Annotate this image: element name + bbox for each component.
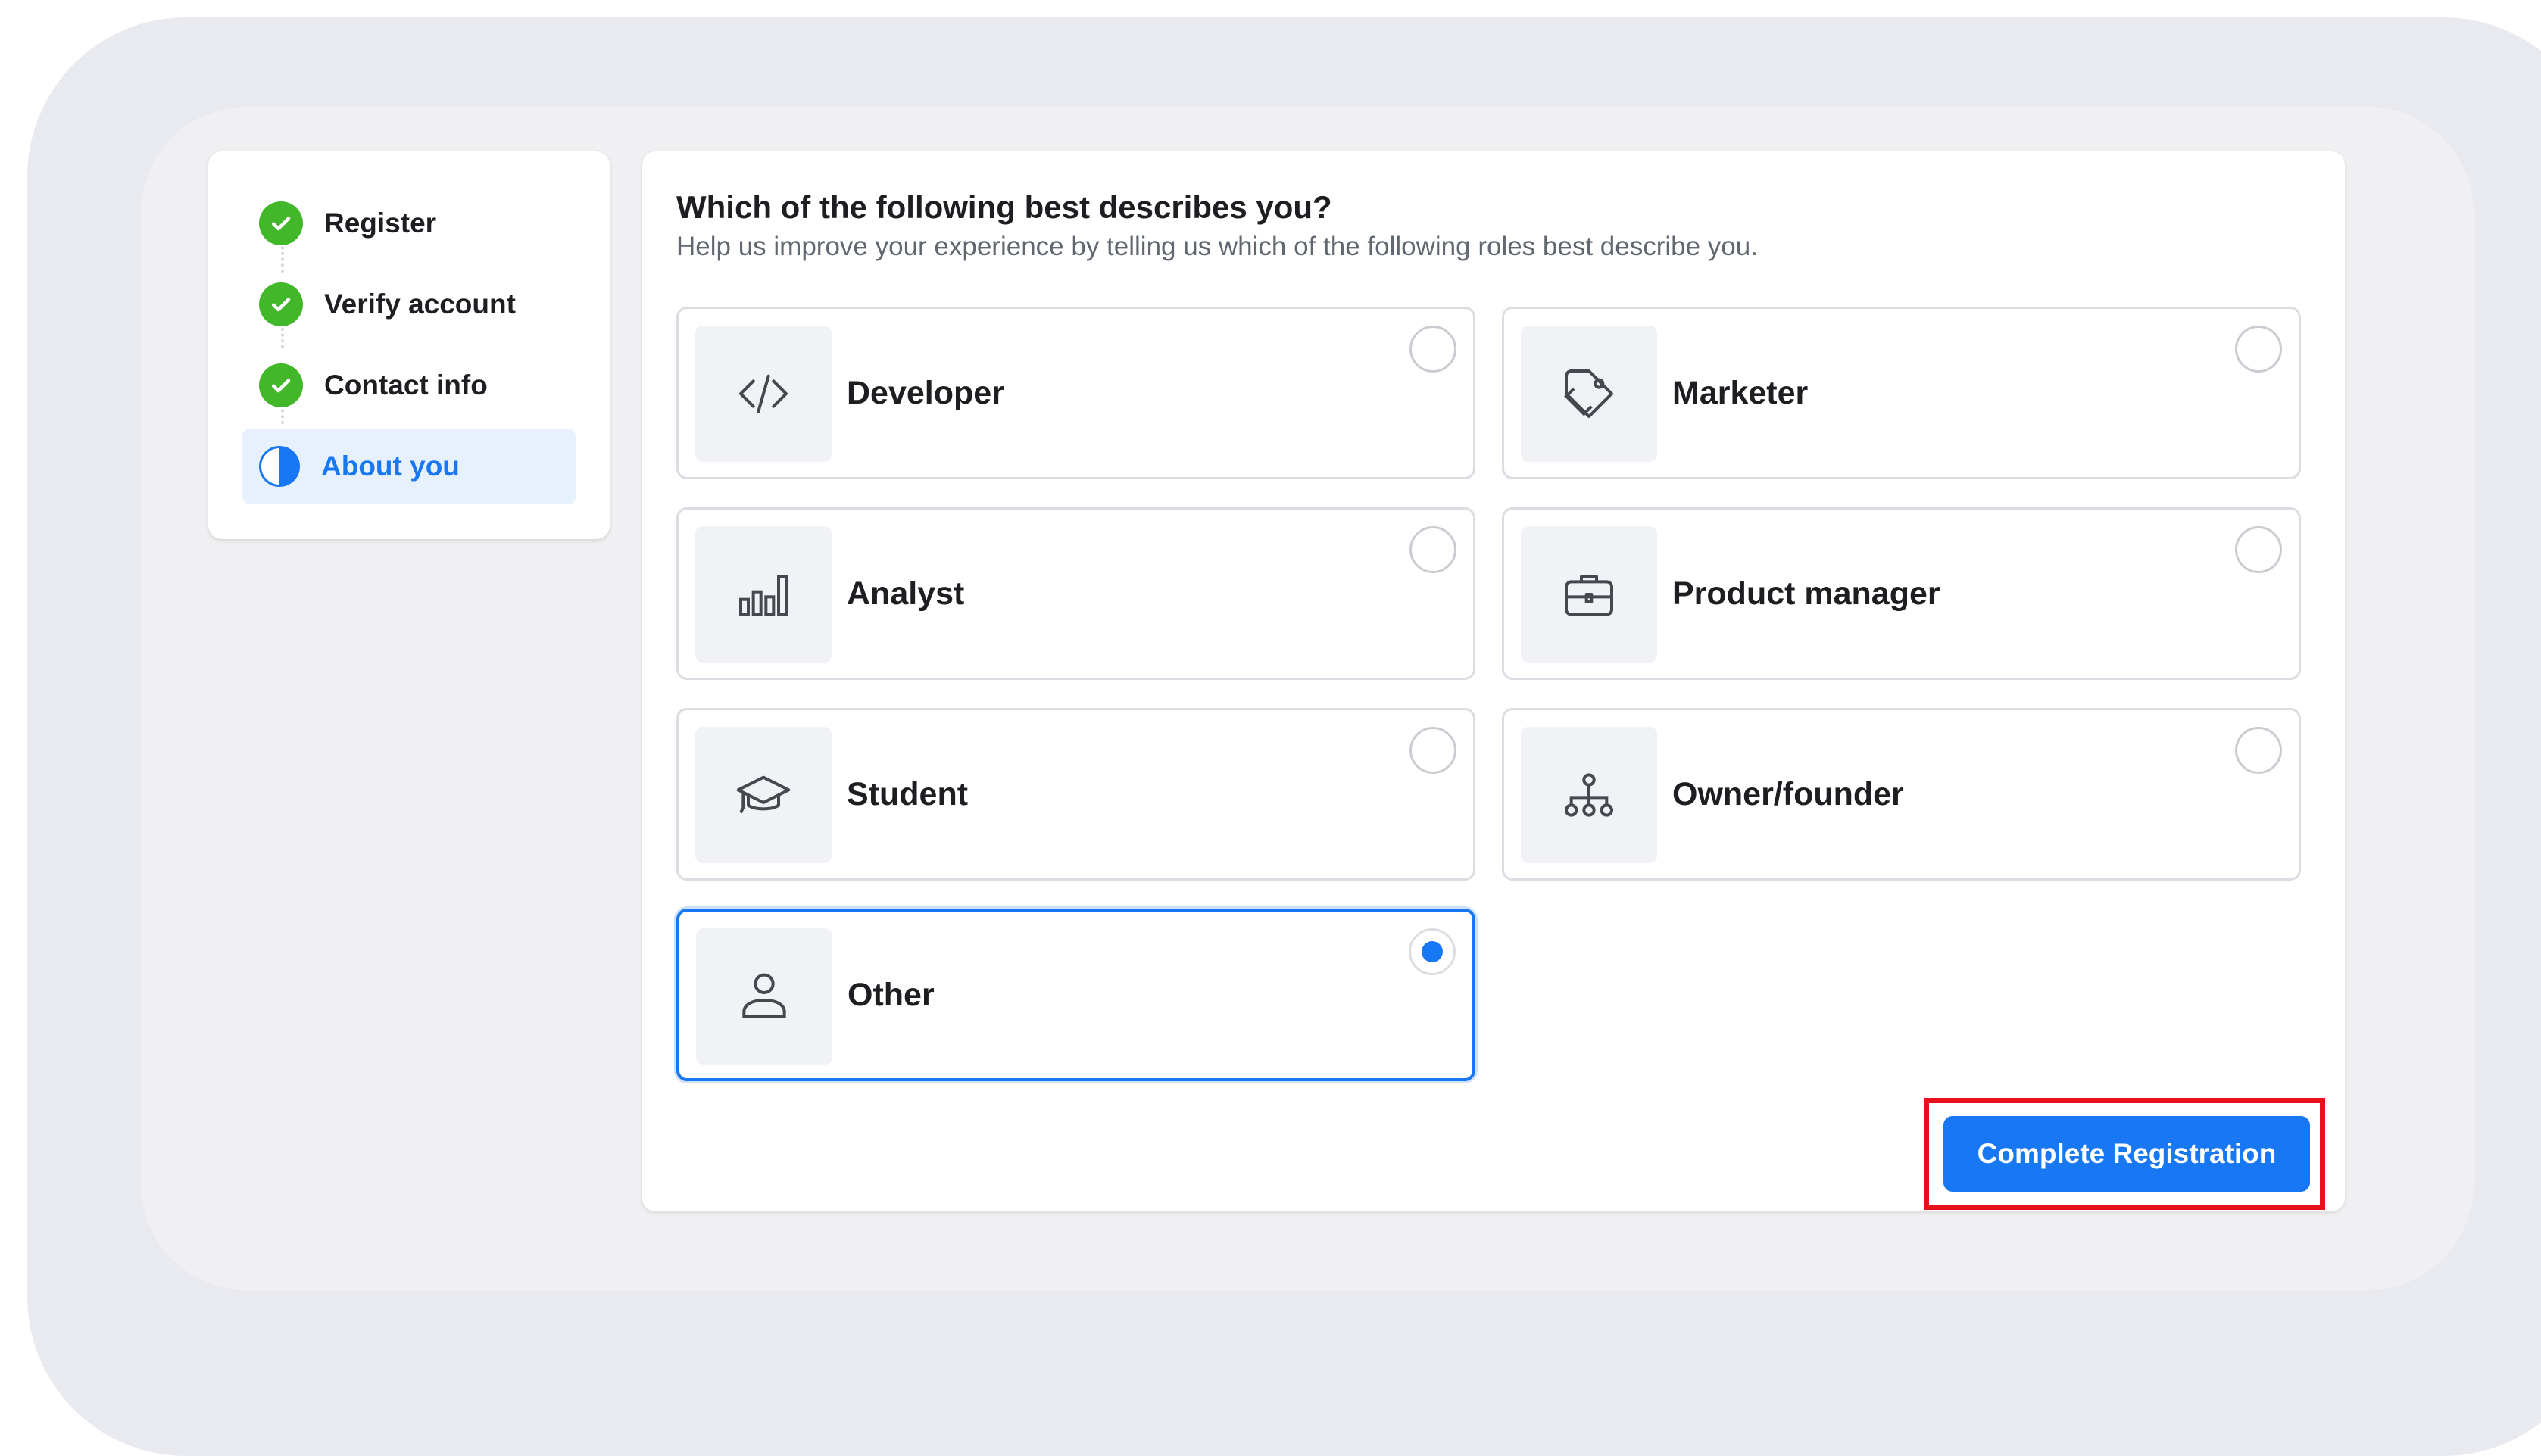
step-contact-info[interactable]: Contact info xyxy=(242,348,576,423)
registration-stepper: Register Verify account Contact info Abo… xyxy=(208,151,610,539)
role-option-owner-founder[interactable]: Owner/founder xyxy=(1502,708,2301,881)
role-option-product-manager[interactable]: Product manager xyxy=(1502,507,2301,680)
step-label: Verify account xyxy=(324,288,516,320)
option-label: Marketer xyxy=(1672,374,1809,411)
page-subtitle: Help us improve your experience by telli… xyxy=(676,232,1758,261)
step-about-you[interactable]: About you xyxy=(242,429,576,504)
complete-registration-button[interactable]: Complete Registration xyxy=(1943,1116,2310,1192)
step-label: About you xyxy=(321,451,460,482)
checkmark-icon xyxy=(259,282,303,326)
briefcase-icon xyxy=(1521,526,1657,663)
radio-button[interactable] xyxy=(1409,727,1456,774)
role-option-marketer[interactable]: Marketer xyxy=(1502,307,2301,479)
step-verify-account[interactable]: Verify account xyxy=(242,267,576,342)
org-chart-icon xyxy=(1521,727,1657,863)
role-option-student[interactable]: Student xyxy=(676,708,1475,881)
about-you-card: Which of the following best describes yo… xyxy=(642,151,2345,1211)
step-label: Register xyxy=(324,207,437,239)
tag-icon xyxy=(1521,326,1657,462)
person-icon xyxy=(696,928,832,1065)
radio-button[interactable] xyxy=(2235,326,2282,373)
code-icon xyxy=(695,326,832,462)
option-label: Student xyxy=(847,775,969,812)
radio-button[interactable] xyxy=(1409,526,1456,573)
option-label: Other xyxy=(848,976,935,1013)
checkmark-icon xyxy=(259,363,303,407)
graduation-cap-icon xyxy=(695,727,832,863)
option-label: Owner/founder xyxy=(1672,775,1904,812)
option-label: Developer xyxy=(847,374,1004,411)
option-label: Analyst xyxy=(847,575,965,612)
radio-button-selected[interactable] xyxy=(1409,928,1456,975)
step-label: Contact info xyxy=(324,369,488,401)
option-label: Product manager xyxy=(1672,575,1940,612)
role-option-other[interactable]: Other xyxy=(676,909,1475,1081)
page-title: Which of the following best describes yo… xyxy=(676,189,1332,225)
checkmark-icon xyxy=(259,201,303,245)
step-register[interactable]: Register xyxy=(242,186,576,261)
radio-button[interactable] xyxy=(1409,326,1456,373)
radio-button[interactable] xyxy=(2235,526,2282,573)
bar-chart-icon xyxy=(695,526,832,663)
role-option-analyst[interactable]: Analyst xyxy=(676,507,1475,680)
half-circle-progress-icon xyxy=(259,446,300,487)
radio-button[interactable] xyxy=(2235,727,2282,774)
role-option-developer[interactable]: Developer xyxy=(676,307,1475,479)
